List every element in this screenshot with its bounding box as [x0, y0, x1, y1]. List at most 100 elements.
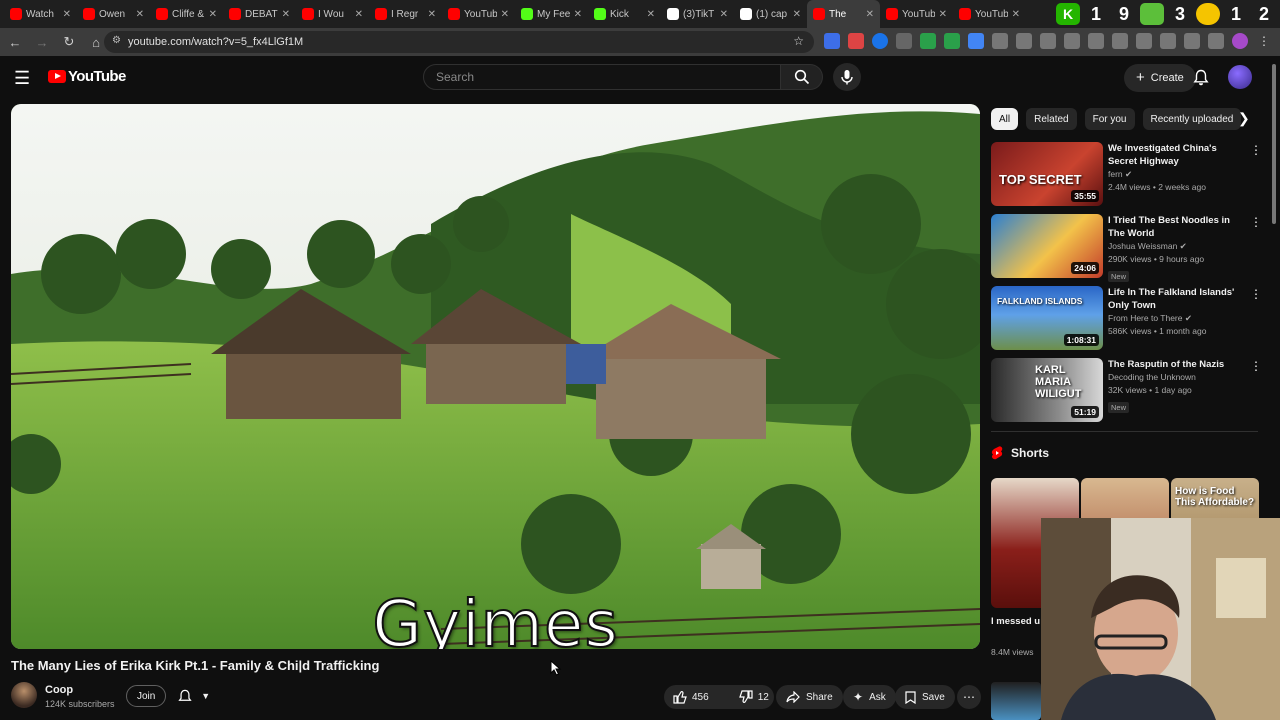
tab-close-icon[interactable]: ✕: [574, 9, 582, 20]
reload-icon[interactable]: ↻: [57, 30, 81, 54]
extension-icon[interactable]: [872, 33, 888, 49]
forward-arrow-icon[interactable]: →: [30, 30, 54, 54]
search-input[interactable]: Search: [423, 64, 781, 90]
tray-app-icon[interactable]: [1196, 3, 1220, 25]
video-thumbnail[interactable]: KARL MARIA WILIGUT 51:19: [991, 358, 1103, 422]
channel-avatar[interactable]: [11, 682, 37, 708]
browser-tab[interactable]: DEBATI ✕: [223, 0, 296, 28]
recommendation-channel[interactable]: Joshua Weissman ✔: [1108, 240, 1248, 253]
recommendation-channel[interactable]: fern ✔: [1108, 168, 1248, 181]
browser-tab[interactable]: I Regr ✕: [369, 0, 442, 28]
account-avatar[interactable]: [1228, 65, 1252, 89]
like-button[interactable]: 456: [664, 685, 718, 709]
menu-hamburger-icon[interactable]: ☰: [14, 68, 34, 88]
site-info-icon[interactable]: ⚙: [112, 35, 121, 46]
scrollbar-thumb[interactable]: [1272, 64, 1276, 224]
browser-tab[interactable]: Watch ✕: [4, 0, 77, 28]
video-thumbnail[interactable]: TOP SECRET 35:55: [991, 142, 1103, 206]
tab-close-icon[interactable]: ✕: [1012, 9, 1020, 20]
subscription-bell-button[interactable]: ▼: [173, 685, 215, 707]
extension-icon[interactable]: [1088, 33, 1104, 49]
browser-tab[interactable]: Kick ✕: [588, 0, 661, 28]
extension-icon[interactable]: [848, 33, 864, 49]
browser-tab[interactable]: YouTub ✕: [880, 0, 953, 28]
extension-icon[interactable]: [1184, 33, 1200, 49]
recommendation-item[interactable]: FALKLAND ISLANDS 1:08:31 Life In The Fal…: [991, 286, 1269, 356]
tab-close-icon[interactable]: ✕: [939, 9, 947, 20]
url-field[interactable]: ⚙ youtube.com/watch?v=5_fx4LlGf1M ☆: [104, 31, 814, 53]
profile-icon[interactable]: [1232, 33, 1248, 49]
tab-close-icon[interactable]: ✕: [428, 9, 436, 20]
recommendation-title[interactable]: I Tried The Best Noodles in The World: [1108, 214, 1248, 240]
share-button[interactable]: Share: [776, 685, 843, 709]
extension-icon[interactable]: [1208, 33, 1224, 49]
extension-icon[interactable]: [968, 33, 984, 49]
extension-icon[interactable]: [1016, 33, 1032, 49]
tab-close-icon[interactable]: ✕: [793, 9, 801, 20]
save-button[interactable]: Save: [895, 685, 955, 709]
browser-tab[interactable]: I Wou ✕: [296, 0, 369, 28]
tray-app-icon[interactable]: [1140, 3, 1164, 25]
tab-close-icon[interactable]: ✕: [209, 9, 217, 20]
extension-icon[interactable]: [896, 33, 912, 49]
recommendation-item[interactable]: TOP SECRET 35:55 We Investigated China's…: [991, 142, 1269, 212]
video-player[interactable]: Gyimes: [11, 104, 980, 649]
tab-close-icon[interactable]: ✕: [647, 9, 655, 20]
tab-close-icon[interactable]: ✕: [720, 9, 728, 20]
search-button[interactable]: [781, 64, 823, 90]
recommendation-title[interactable]: We Investigated China's Secret Highway: [1108, 142, 1248, 168]
join-button[interactable]: Join: [126, 685, 167, 707]
recommendation-item[interactable]: 24:06 I Tried The Best Noodles in The Wo…: [991, 214, 1269, 284]
extension-icon[interactable]: [992, 33, 1008, 49]
recommendation-channel[interactable]: From Here to There ✔: [1108, 312, 1248, 325]
browser-tab[interactable]: Owen ✕: [77, 0, 150, 28]
browser-tab[interactable]: Cliffe & ✕: [150, 0, 223, 28]
extension-icon[interactable]: [1136, 33, 1152, 49]
tab-close-icon[interactable]: ✕: [866, 9, 874, 20]
extension-icon[interactable]: [1040, 33, 1056, 49]
back-arrow-icon[interactable]: ←: [3, 30, 27, 54]
create-button[interactable]: + Create: [1124, 64, 1196, 92]
chevron-right-icon[interactable]: ❯: [1238, 110, 1256, 128]
extension-icon[interactable]: [1064, 33, 1080, 49]
chip-all[interactable]: All: [991, 108, 1019, 130]
dislike-button[interactable]: 12: [730, 685, 778, 709]
extension-icon[interactable]: [1112, 33, 1128, 49]
channel-name[interactable]: Coop: [45, 684, 73, 696]
notifications-button[interactable]: [1190, 66, 1212, 88]
extension-icon[interactable]: [1160, 33, 1176, 49]
extension-icon[interactable]: [920, 33, 936, 49]
browser-tab[interactable]: (3)TikT ✕: [661, 0, 734, 28]
tab-close-icon[interactable]: ✕: [63, 9, 71, 20]
more-vertical-icon[interactable]: ⋮: [1250, 360, 1262, 372]
recommendation-channel[interactable]: Decoding the Unknown: [1108, 371, 1248, 384]
chip-related[interactable]: Related: [1026, 108, 1077, 130]
more-vertical-icon[interactable]: ⋮: [1250, 288, 1262, 300]
tab-close-icon[interactable]: ✕: [501, 9, 509, 20]
recommendation-title[interactable]: Life In The Falkland Islands' Only Town: [1108, 286, 1248, 312]
short-title[interactable]: I messed u: [991, 616, 1040, 627]
youtube-logo[interactable]: YouTube: [48, 68, 126, 85]
browser-tab[interactable]: My Fee ✕: [515, 0, 588, 28]
short-thumbnail[interactable]: [991, 682, 1041, 720]
browser-tab[interactable]: The ✕: [807, 0, 880, 28]
browser-tab[interactable]: YouTub ✕: [953, 0, 1026, 28]
more-actions-button[interactable]: ⋯: [957, 685, 981, 709]
recommendation-title[interactable]: The Rasputin of the Nazis: [1108, 358, 1248, 371]
tab-close-icon[interactable]: ✕: [136, 9, 144, 20]
browser-menu-icon[interactable]: ⋮: [1256, 33, 1272, 49]
more-vertical-icon[interactable]: ⋮: [1250, 216, 1262, 228]
bookmark-star-icon[interactable]: ☆: [793, 34, 804, 48]
tab-close-icon[interactable]: ✕: [355, 9, 363, 20]
browser-tab[interactable]: (1) cap ✕: [734, 0, 807, 28]
extension-icon[interactable]: [944, 33, 960, 49]
video-thumbnail[interactable]: FALKLAND ISLANDS 1:08:31: [991, 286, 1103, 350]
tray-app-icon[interactable]: K: [1056, 3, 1080, 25]
tab-close-icon[interactable]: ✕: [282, 9, 290, 20]
voice-search-button[interactable]: [833, 63, 861, 91]
more-vertical-icon[interactable]: ⋮: [1250, 144, 1262, 156]
recommendation-item[interactable]: KARL MARIA WILIGUT 51:19 The Rasputin of…: [991, 358, 1269, 428]
ask-button[interactable]: ✦ Ask: [843, 685, 896, 709]
chip-recently-uploaded[interactable]: Recently uploaded: [1142, 108, 1242, 130]
extension-icon[interactable]: [824, 33, 840, 49]
